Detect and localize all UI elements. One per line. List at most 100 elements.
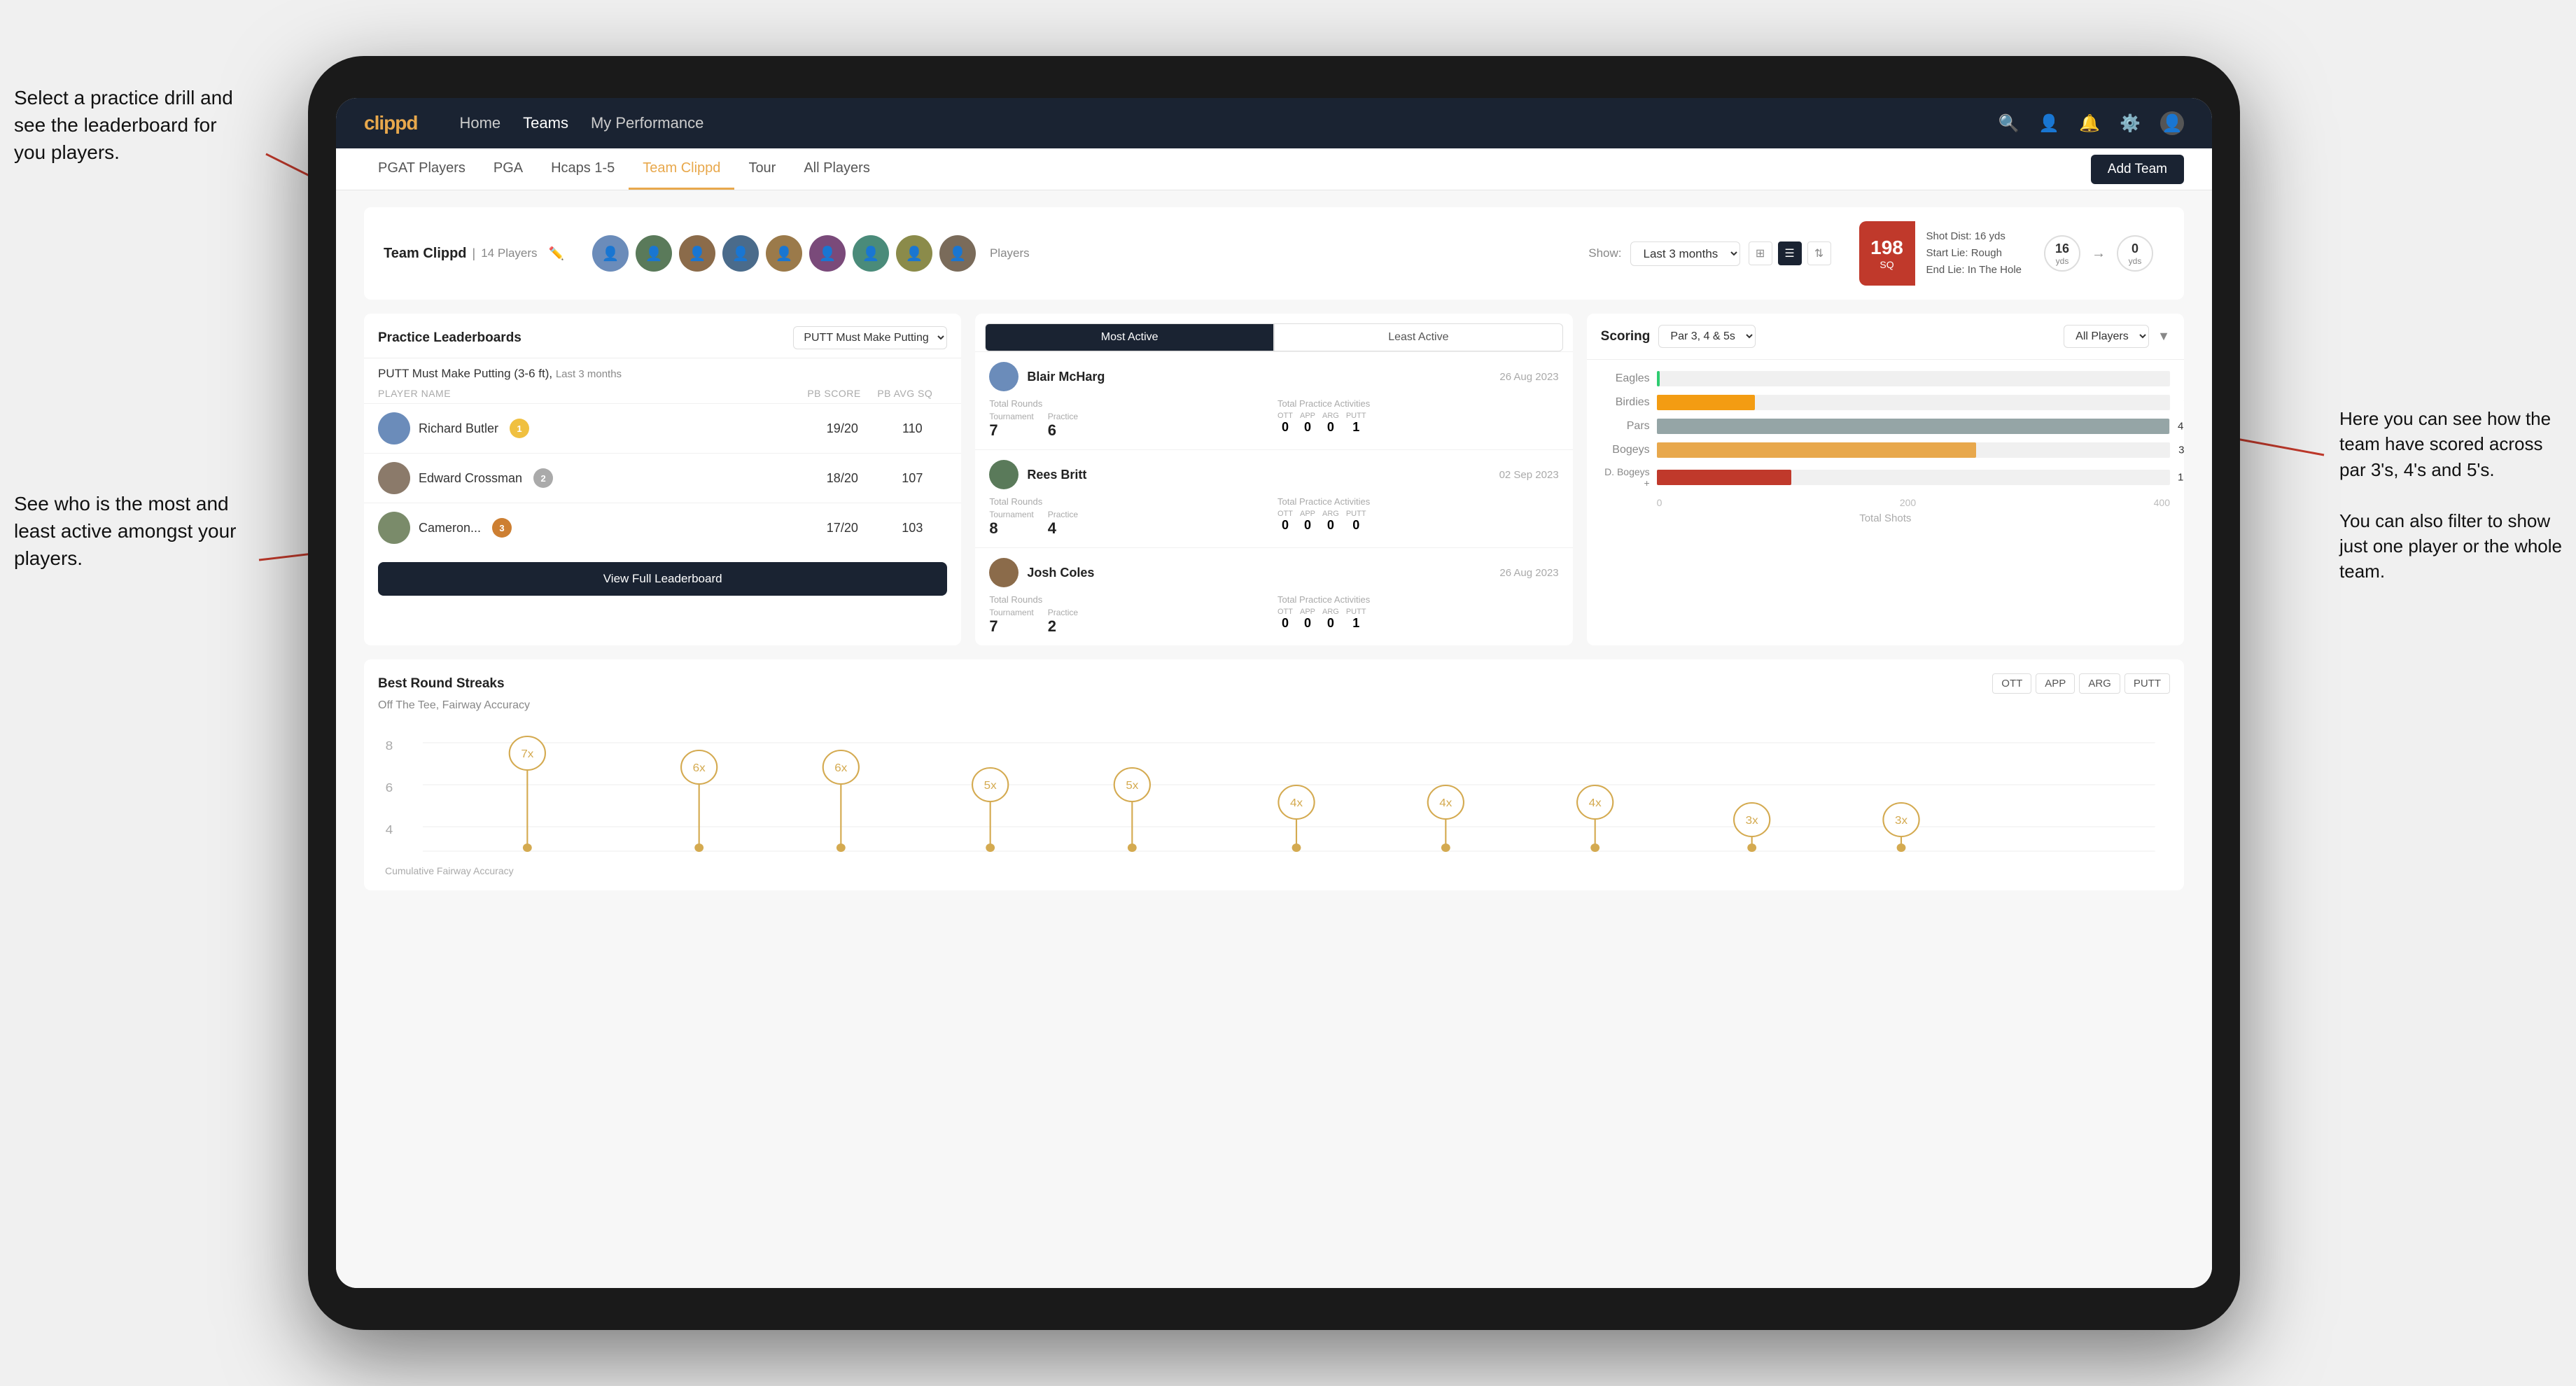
lb-avatar-3 — [378, 512, 410, 544]
active-players-card: Most Active Least Active Blair McHarg 26… — [975, 314, 1572, 645]
scoring-title: Scoring — [1601, 329, 1651, 344]
nav-item-teams[interactable]: Teams — [523, 114, 568, 132]
lb-score-1: 19/20 — [807, 421, 877, 436]
bar-row-dbogeys: D. Bogeys + 131 — [1601, 466, 2170, 489]
player-avatar-2[interactable]: 👤 — [636, 235, 672, 272]
lb-name-1: Richard Butler — [419, 421, 498, 436]
streaks-chart-svg: 8 6 4 7x 6x — [378, 722, 2170, 862]
nav-icons: 🔍 👤 🔔 ⚙️ 👤 — [1998, 111, 2184, 135]
least-active-tab[interactable]: Least Active — [1274, 323, 1563, 351]
view-icons: ⊞ ☰ ⇅ — [1749, 241, 1831, 265]
active-player-item-2: Rees Britt 02 Sep 2023 Total Rounds Tour… — [975, 449, 1572, 547]
list-view-icon[interactable]: ☰ — [1778, 241, 1802, 265]
most-active-tab[interactable]: Most Active — [985, 323, 1274, 351]
svg-text:5x: 5x — [1126, 778, 1139, 791]
chart-axis: 0 200 400 — [1601, 497, 2170, 508]
bar-fill-pars — [1657, 419, 2169, 434]
search-icon[interactable]: 🔍 — [1998, 113, 2019, 134]
shot-number: 198 — [1870, 237, 1903, 259]
edit-icon[interactable]: ✏️ — [549, 246, 564, 261]
show-period-select[interactable]: Last 3 months Last 6 months Last year — [1630, 241, 1740, 266]
drill-select[interactable]: PUTT Must Make Putting ... — [793, 326, 947, 349]
shot-card: 198 SQ Shot Dist: 16 yds Start Lie: Roug… — [1859, 221, 2164, 286]
subnav-hcaps[interactable]: Hcaps 1-5 — [537, 148, 629, 190]
player-avatar-9[interactable]: 👤 — [939, 235, 976, 272]
active-tab-toggle: Most Active Least Active — [975, 314, 1572, 351]
svg-text:6: 6 — [386, 780, 393, 794]
player-avatar-8[interactable]: 👤 — [896, 235, 932, 272]
bar-row-birdies: Birdies 96 — [1601, 395, 2170, 410]
scoring-player-filter[interactable]: All Players — [2064, 325, 2149, 348]
tablet-screen: clippd Home Teams My Performance 🔍 👤 🔔 ⚙… — [336, 98, 2212, 1288]
lb-score-2: 18/20 — [807, 471, 877, 486]
view-full-leaderboard-button[interactable]: View Full Leaderboard — [378, 562, 947, 596]
active-date-3: 26 Aug 2023 — [1499, 567, 1558, 579]
active-avatar-3 — [989, 558, 1018, 587]
subnav-pga[interactable]: PGA — [479, 148, 537, 190]
shot-details-section: Shot Dist: 16 yds Start Lie: Rough End L… — [1915, 221, 2033, 286]
svg-text:6x: 6x — [693, 761, 706, 774]
lb-score-3: 17/20 — [807, 521, 877, 536]
lb-player-3: Cameron... 3 — [378, 512, 807, 544]
ott-btn[interactable]: OTT — [1992, 673, 2031, 694]
arg-btn[interactable]: ARG — [2079, 673, 2120, 694]
player-avatar-6[interactable]: 👤 — [809, 235, 846, 272]
shot-yds-row: 16 yds → 0 yds — [2033, 221, 2164, 286]
avatar-icon[interactable]: 👤 — [2160, 111, 2184, 135]
svg-text:7x: 7x — [521, 747, 534, 760]
subnav-team-clippd[interactable]: Team Clippd — [629, 148, 734, 190]
top-nav: clippd Home Teams My Performance 🔍 👤 🔔 ⚙… — [336, 98, 2212, 148]
settings-icon[interactable]: ⚙️ — [2120, 113, 2141, 134]
lb-badge-bronze: 3 — [492, 518, 512, 538]
active-date-1: 26 Aug 2023 — [1499, 371, 1558, 383]
svg-text:4: 4 — [386, 822, 393, 836]
app-btn[interactable]: APP — [2036, 673, 2075, 694]
yds-left: 16 yds — [2044, 235, 2080, 272]
team-header: Team Clippd | 14 Players ✏️ 👤 👤 👤 👤 👤 👤 … — [364, 207, 2184, 300]
active-player-item-3: Josh Coles 26 Aug 2023 Total Rounds Tour… — [975, 547, 1572, 645]
add-team-button[interactable]: Add Team — [2091, 155, 2184, 184]
lb-avg-1: 110 — [877, 421, 947, 436]
svg-text:4x: 4x — [1439, 796, 1452, 808]
subnav-tour[interactable]: Tour — [734, 148, 790, 190]
player-avatar-7[interactable]: 👤 — [853, 235, 889, 272]
drill-period: Last 3 months — [556, 368, 622, 380]
drill-name: PUTT Must Make Putting (3-6 ft), Last 3 … — [364, 358, 961, 384]
active-stats-3: Total Rounds Tournament 7 Practice 2 — [989, 594, 1558, 636]
bar-fill-birdies — [1657, 395, 1756, 410]
three-col-grid: Practice Leaderboards PUTT Must Make Put… — [364, 314, 2184, 645]
person-icon[interactable]: 👤 — [2038, 113, 2059, 134]
active-avatar-2 — [989, 460, 1018, 489]
svg-text:5x: 5x — [984, 778, 997, 791]
player-avatar-4[interactable]: 👤 — [722, 235, 759, 272]
player-avatar-5[interactable]: 👤 — [766, 235, 802, 272]
subnav-pgat[interactable]: PGAT Players — [364, 148, 479, 190]
player-avatar-1[interactable]: 👤 — [592, 235, 629, 272]
shot-label: SQ — [1879, 259, 1893, 270]
shot-details: Shot Dist: 16 yds Start Lie: Rough End L… — [1915, 221, 2033, 286]
scoring-expand-icon[interactable]: ▼ — [2157, 329, 2170, 344]
svg-text:3x: 3x — [1746, 813, 1759, 826]
grid-view-icon[interactable]: ⊞ — [1749, 241, 1772, 265]
active-player-header-1: Blair McHarg 26 Aug 2023 — [989, 362, 1558, 391]
active-player-header-2: Rees Britt 02 Sep 2023 — [989, 460, 1558, 489]
lb-player-2: Edward Crossman 2 — [378, 462, 807, 494]
bell-icon[interactable]: 🔔 — [2079, 113, 2100, 134]
scoring-bar-chart: Eagles 3 Birdies 96 — [1587, 360, 2184, 536]
sort-icon[interactable]: ⇅ — [1807, 241, 1831, 265]
active-name-2: Rees Britt — [1027, 468, 1086, 482]
subnav-all-players[interactable]: All Players — [790, 148, 883, 190]
scoring-par-filter[interactable]: Par 3, 4 & 5s Par 3s Par 4s Par 5s — [1658, 325, 1756, 348]
nav-item-performance[interactable]: My Performance — [591, 114, 704, 132]
nav-item-home[interactable]: Home — [459, 114, 500, 132]
bar-row-pars: Pars 499 — [1601, 419, 2170, 434]
active-name-1: Blair McHarg — [1027, 370, 1105, 384]
lb-table-header: PLAYER NAME PB SCORE PB AVG SQ — [364, 384, 961, 403]
player-avatar-3[interactable]: 👤 — [679, 235, 715, 272]
streaks-header: Best Round Streaks OTT APP ARG PUTT — [378, 673, 2170, 694]
putt-btn[interactable]: PUTT — [2124, 673, 2170, 694]
streaks-btns: OTT APP ARG PUTT — [1992, 673, 2170, 694]
lb-avg-2: 107 — [877, 471, 947, 486]
streaks-card: Best Round Streaks OTT APP ARG PUTT Off … — [364, 659, 2184, 890]
svg-text:8: 8 — [386, 738, 393, 752]
